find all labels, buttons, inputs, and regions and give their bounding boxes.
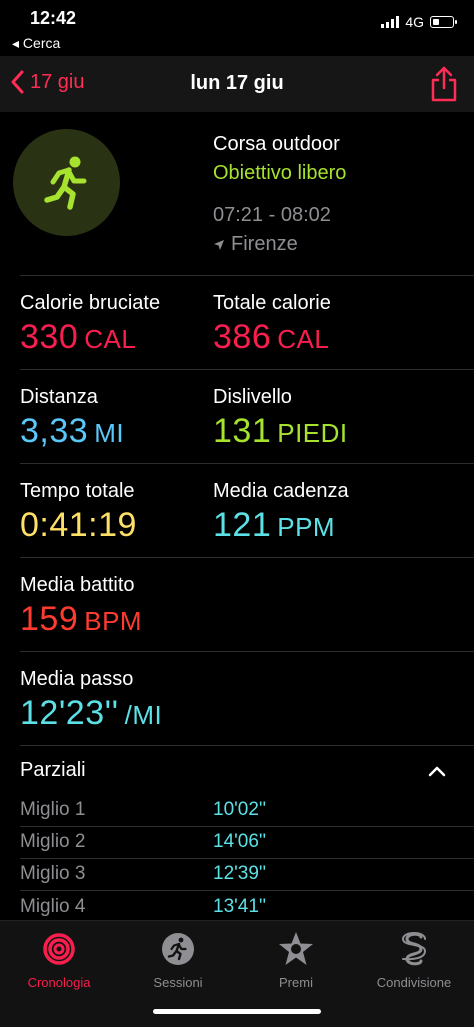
divider bbox=[20, 275, 474, 276]
tab-cronologia[interactable]: Cronologia bbox=[0, 929, 118, 990]
divider bbox=[20, 826, 474, 827]
divider bbox=[20, 463, 474, 464]
calories-burned-label: Calorie bruciate bbox=[20, 292, 161, 314]
cadence-value: 121 PPM bbox=[213, 506, 335, 545]
elevation-number: 131 bbox=[213, 412, 272, 450]
home-indicator[interactable] bbox=[153, 1009, 321, 1014]
activity-rings-icon bbox=[43, 933, 75, 965]
status-back-link[interactable]: ◂ Cerca bbox=[12, 35, 60, 52]
running-figure-icon bbox=[43, 156, 86, 210]
navigation-bar: 17 giu lun 17 giu bbox=[0, 56, 474, 112]
workout-time-range: 07:21 - 08:02 bbox=[213, 204, 331, 226]
calories-burned-value: 330 CAL bbox=[20, 318, 136, 357]
heart-rate-number: 159 bbox=[20, 600, 79, 638]
elevation-label: Dislivello bbox=[213, 386, 292, 408]
running-icon bbox=[162, 933, 194, 965]
split-row-value: 12'39'' bbox=[213, 863, 267, 884]
share-button[interactable] bbox=[430, 66, 458, 107]
distance-label: Distanza bbox=[20, 386, 98, 408]
heart-rate-label: Media battito bbox=[20, 574, 135, 596]
distance-number: 3,33 bbox=[20, 412, 89, 450]
tab-condivisione[interactable]: Condivisione bbox=[355, 929, 473, 990]
award-star-icon bbox=[279, 932, 313, 965]
page-title: lun 17 giu bbox=[190, 72, 284, 94]
divider bbox=[20, 858, 474, 859]
tab-label: Premi bbox=[279, 975, 313, 990]
heart-rate-unit: BPM bbox=[84, 606, 143, 636]
collapse-splits-button[interactable] bbox=[428, 764, 446, 782]
total-calories-value: 386 CAL bbox=[213, 318, 329, 357]
location-arrow-icon bbox=[214, 239, 224, 250]
heart-rate-value: 159 BPM bbox=[20, 600, 142, 639]
cadence-number: 121 bbox=[213, 506, 272, 544]
calories-burned-number: 330 bbox=[20, 318, 79, 356]
split-row-value: 10'02'' bbox=[213, 799, 267, 820]
total-calories-number: 386 bbox=[213, 318, 272, 356]
chevron-up-icon bbox=[428, 766, 446, 777]
workout-icon-badge bbox=[13, 129, 120, 236]
tab-label: Cronologia bbox=[27, 975, 91, 990]
divider bbox=[20, 557, 474, 558]
tab-label: Sessioni bbox=[153, 975, 203, 990]
battery-icon bbox=[430, 16, 457, 28]
split-row-label: Miglio 4 bbox=[20, 896, 86, 917]
sharing-icon bbox=[401, 932, 427, 966]
split-row-label: Miglio 2 bbox=[20, 831, 86, 852]
distance-value: 3,33 MI bbox=[20, 412, 124, 451]
divider bbox=[20, 745, 474, 746]
divider bbox=[20, 651, 474, 652]
tab-sessioni[interactable]: Sessioni bbox=[119, 929, 237, 990]
workout-goal: Obiettivo libero bbox=[213, 162, 347, 184]
split-row-value: 14'06'' bbox=[213, 831, 267, 852]
total-time-value: 0:41:19 bbox=[20, 506, 137, 544]
split-row-label: Miglio 1 bbox=[20, 799, 86, 820]
workout-location[interactable]: Firenze bbox=[213, 233, 298, 256]
elevation-unit: PIEDI bbox=[277, 418, 348, 448]
divider bbox=[20, 890, 474, 891]
pace-number: 12'23'' bbox=[20, 694, 119, 732]
workout-location-label: Firenze bbox=[231, 233, 298, 255]
signal-icon bbox=[381, 16, 400, 28]
pace-label: Media passo bbox=[20, 668, 134, 690]
split-row-value: 13'41'' bbox=[213, 896, 267, 917]
tab-label: Condivisione bbox=[376, 975, 452, 990]
network-label: 4G bbox=[405, 14, 424, 30]
split-row-label: Miglio 3 bbox=[20, 863, 86, 884]
splits-title: Parziali bbox=[20, 759, 86, 781]
total-calories-label: Totale calorie bbox=[213, 292, 331, 314]
workout-title: Corsa outdoor bbox=[213, 133, 340, 155]
cadence-label: Media cadenza bbox=[213, 480, 349, 502]
divider bbox=[20, 369, 474, 370]
elevation-value: 131 PIEDI bbox=[213, 412, 348, 451]
tab-premi[interactable]: Premi bbox=[237, 929, 355, 990]
calories-burned-unit: CAL bbox=[84, 324, 137, 354]
share-icon bbox=[431, 66, 457, 102]
distance-unit: MI bbox=[94, 418, 125, 448]
status-time: 12:42 bbox=[30, 8, 77, 28]
pace-value: 12'23''/MI bbox=[20, 694, 162, 733]
total-calories-unit: CAL bbox=[277, 324, 330, 354]
total-time-label: Tempo totale bbox=[20, 480, 135, 502]
pace-unit: /MI bbox=[124, 700, 163, 730]
cadence-unit: PPM bbox=[277, 512, 336, 542]
status-indicators: 4G bbox=[381, 14, 457, 30]
